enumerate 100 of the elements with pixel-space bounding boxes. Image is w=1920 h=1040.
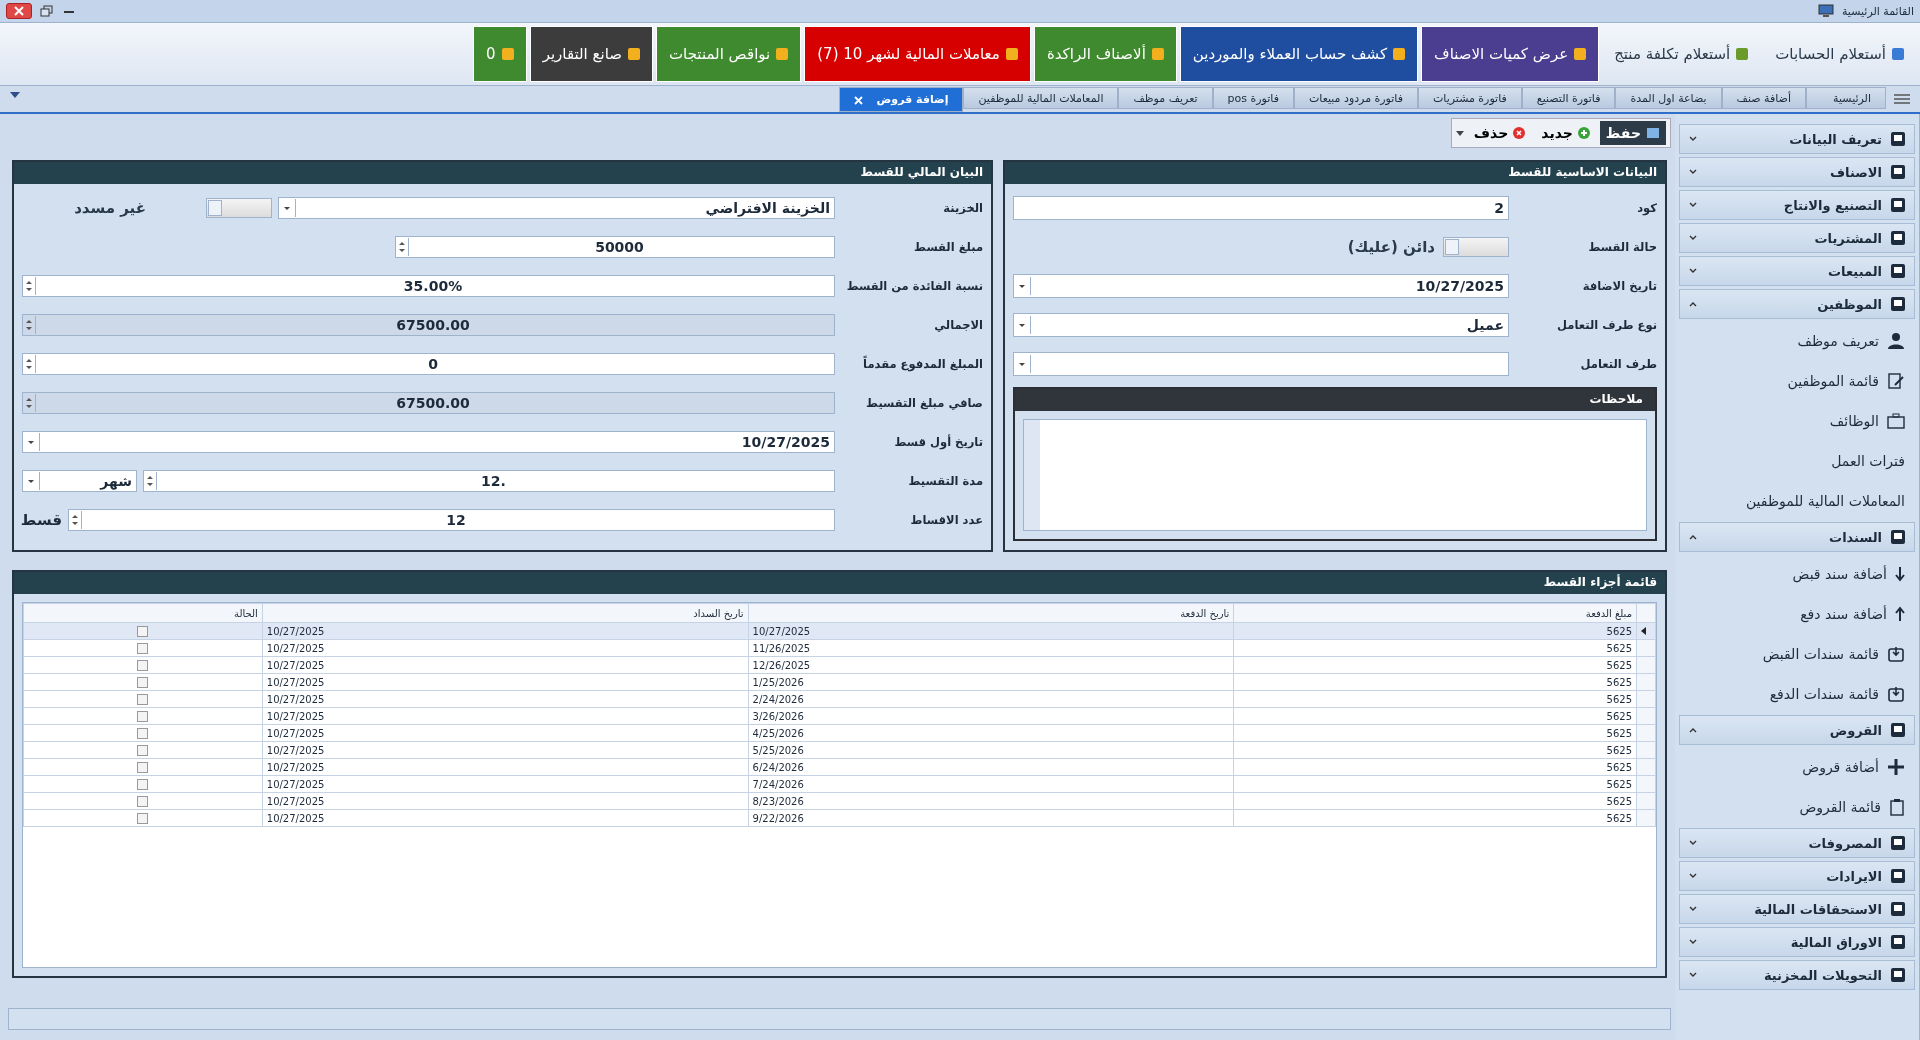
tab[interactable]: الرئيسية — [1806, 87, 1886, 109]
sidebar-group-header[interactable]: الاستحقاقات المالية — [1679, 894, 1915, 924]
checkbox[interactable] — [137, 659, 149, 671]
square-icon — [1574, 48, 1587, 60]
tab[interactable]: المعاملات المالية للموظفين — [963, 87, 1119, 109]
toolbar-button[interactable]: 0 — [473, 26, 527, 82]
close-button[interactable] — [6, 3, 32, 19]
table-cell: 9/22/2026 — [748, 809, 1234, 827]
date-field[interactable]: 10/27/2025 — [22, 430, 835, 453]
sidebar-group-header[interactable]: التصنيع والانتاج — [1679, 190, 1915, 220]
number-field[interactable]: 50000 — [395, 235, 835, 258]
delete-button[interactable]: حذف — [1467, 121, 1532, 145]
sidebar-group-header[interactable]: المبيعات — [1679, 256, 1915, 286]
checkbox[interactable] — [137, 778, 149, 790]
checkbox[interactable] — [137, 693, 149, 705]
tab[interactable]: فاتورة pos — [1212, 87, 1294, 109]
toggle-switch[interactable] — [206, 197, 272, 218]
table-cell: 5625 — [1233, 707, 1637, 725]
save-icon — [1646, 127, 1660, 139]
close-icon[interactable] — [853, 95, 863, 105]
sidebar-group-header[interactable]: تعريف البيانات — [1679, 124, 1915, 154]
toolbar-button[interactable]: أستعلام الحسابات — [1763, 26, 1916, 82]
toolbar-button[interactable]: نواقص المنتجات — [656, 26, 802, 82]
column-header[interactable]: الحالة — [23, 603, 263, 623]
toolbar-button[interactable]: كشف حساب العملاء والموردين — [1179, 26, 1419, 82]
checkbox[interactable] — [137, 812, 149, 824]
toggle-switch[interactable] — [1443, 236, 1509, 257]
table-cell: 10/27/2025 — [262, 809, 749, 827]
checkbox[interactable] — [137, 727, 149, 739]
sidebar-item[interactable]: الوظائف — [1679, 402, 1915, 439]
sidebar-group-header[interactable]: القروض — [1679, 715, 1915, 745]
up-arrow-icon — [1895, 605, 1905, 622]
number-field[interactable]: 35.00% — [22, 274, 835, 297]
checkbox[interactable] — [137, 625, 149, 637]
sidebar-item[interactable]: قائمة الموظفين — [1679, 362, 1915, 399]
column-header[interactable]: مبلغ الدفعة — [1233, 603, 1637, 623]
sidebar-group-header[interactable]: الموظفين — [1679, 289, 1915, 319]
sidebar-group-header[interactable]: الاصناف — [1679, 157, 1915, 187]
tab[interactable]: فاتورة مشتريات — [1418, 87, 1522, 109]
dropdown-arrow-icon[interactable] — [10, 92, 20, 98]
tab[interactable]: أضافة صنف — [1721, 87, 1806, 109]
tab[interactable]: بضاعة اول المدة — [1615, 87, 1722, 109]
dropdown-field[interactable] — [1013, 351, 1509, 376]
table-cell: 5625 — [1233, 724, 1637, 742]
column-header[interactable]: تاريخ السداد — [262, 603, 749, 623]
table-cell: 4/25/2026 — [748, 724, 1234, 742]
tab[interactable]: فاتورة التصنيع — [1521, 87, 1616, 109]
dropdown-field[interactable]: شهر — [22, 469, 137, 492]
sidebar-group-header[interactable]: المصروفات — [1679, 828, 1915, 858]
sidebar-item[interactable]: قائمة سندات الدفع — [1679, 675, 1915, 712]
checkbox[interactable] — [137, 761, 149, 773]
toolbar-button[interactable]: أستعلام تكلفة منتج — [1602, 26, 1761, 82]
table-cell: 1/25/2026 — [748, 673, 1234, 691]
sidebar-item[interactable]: أضافة قروض — [1679, 748, 1915, 785]
delete-icon — [1513, 127, 1526, 139]
column-header[interactable]: تاريخ الدفعة — [748, 603, 1234, 623]
number-field[interactable]: .12 — [143, 469, 835, 492]
sidebar-group-header[interactable]: السندات — [1679, 522, 1915, 552]
clipboard-icon — [1889, 797, 1905, 816]
sidebar-item[interactable]: أضافة سند دفع — [1679, 595, 1915, 632]
code-field[interactable]: 2 — [1013, 195, 1509, 220]
tab[interactable]: فاتورة مردود مبيعات — [1293, 87, 1418, 109]
sidebar-item[interactable]: أضافة سند قبض — [1679, 555, 1915, 592]
notes-field[interactable] — [1023, 419, 1647, 531]
number-field[interactable]: 0 — [22, 352, 835, 375]
dropdown-arrow-icon[interactable] — [1455, 130, 1464, 136]
restore-icon[interactable] — [40, 5, 54, 17]
field-label: الاجمالي — [933, 317, 983, 332]
window-title: القائمة الرئيسية — [1841, 4, 1914, 18]
dropdown-field[interactable]: عميل — [1013, 312, 1509, 337]
sidebar-item[interactable]: فترات العمل — [1679, 442, 1915, 479]
sidebar-item[interactable]: تعريف موظف — [1679, 322, 1915, 359]
checkbox[interactable] — [137, 795, 149, 807]
toolbar-button[interactable]: عرض كميات الاصناف — [1421, 26, 1600, 82]
checkbox[interactable] — [137, 642, 149, 654]
dropdown-field[interactable]: الخزينة الافتراضي — [278, 196, 835, 219]
sidebar-group-header[interactable]: المشتريات — [1679, 223, 1915, 253]
sidebar-item[interactable]: المعاملات المالية للموظفين — [1679, 482, 1915, 519]
sidebar-group-header[interactable]: الايرادات — [1679, 861, 1915, 891]
date-field[interactable]: 10/27/2025 — [1013, 273, 1509, 298]
checkbox[interactable] — [137, 744, 149, 756]
checkbox[interactable] — [137, 710, 149, 722]
sidebar-item[interactable]: قائمة القروض — [1679, 788, 1915, 825]
new-button[interactable]: جديد — [1535, 121, 1596, 145]
sidebar-group-header[interactable]: الاوراق المالية — [1679, 927, 1915, 957]
toolbar-button[interactable]: صانع التقارير — [529, 26, 653, 82]
tab[interactable]: إضافة قروض — [838, 87, 964, 112]
save-button[interactable]: حفظ — [1599, 121, 1666, 145]
menu-icon[interactable] — [1894, 93, 1910, 105]
square-icon — [1005, 48, 1018, 60]
checkbox[interactable] — [137, 676, 149, 688]
tray-icon — [1887, 684, 1905, 703]
sidebar-group-header[interactable]: التحويلات المخزنية — [1679, 960, 1915, 990]
total-field: 67500.00 — [22, 313, 835, 336]
table-cell: 10/27/2025 — [262, 656, 749, 674]
sidebar-item[interactable]: قائمة سندات القبض — [1679, 635, 1915, 672]
number-field[interactable]: 12 — [68, 508, 835, 531]
toolbar-button[interactable]: معاملات المالية لشهر 10 (7) — [804, 26, 1031, 82]
tab[interactable]: تعريف موظف — [1118, 87, 1213, 109]
toolbar-button[interactable]: ألاصناف الراكدة — [1033, 26, 1177, 82]
